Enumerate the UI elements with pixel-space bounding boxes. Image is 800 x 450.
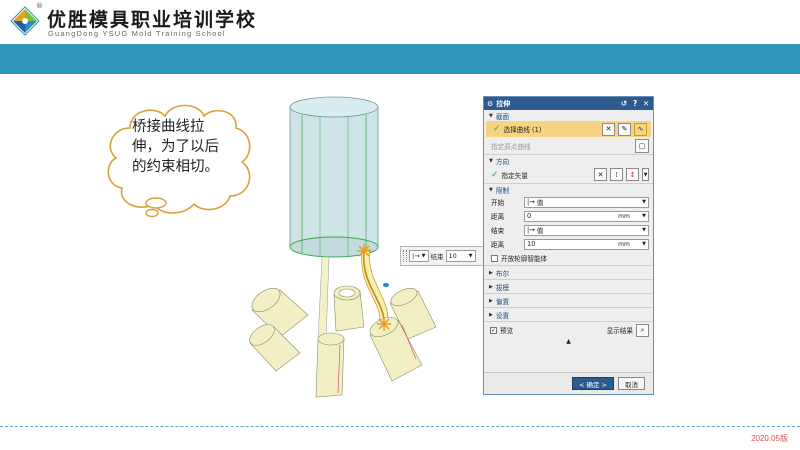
direction-handle-icon bbox=[383, 283, 389, 287]
school-logo-icon bbox=[10, 6, 40, 36]
select-curve-label: 选择曲线 (1) bbox=[503, 126, 542, 134]
collapsed-triangle-icon: ▶ bbox=[489, 297, 493, 304]
inline-end-label: 结束 bbox=[430, 253, 444, 261]
start-type-select[interactable]: |→ 值 ▼ bbox=[524, 196, 649, 208]
collapsed-triangle-icon: ▶ bbox=[489, 311, 493, 318]
help-button[interactable]: ? bbox=[631, 99, 639, 108]
bridge-endpoint-marker-top bbox=[357, 244, 371, 258]
gear-icon: ⚙ bbox=[487, 99, 494, 108]
chevron-down-icon: ▼ bbox=[468, 253, 473, 259]
end-value-icon: |→ bbox=[527, 226, 535, 234]
chevron-down-icon: ▼ bbox=[642, 227, 646, 233]
draft-group-header[interactable]: ▶ 拔模 bbox=[484, 280, 653, 294]
brand-name-en: GuangDong YSUG Mold Training School bbox=[48, 29, 226, 38]
offset-group-header[interactable]: ▶ 偏置 bbox=[484, 294, 653, 308]
check-icon: ✓ bbox=[491, 169, 499, 180]
vector-dialog-icon[interactable]: ⁞ bbox=[610, 168, 623, 181]
dialog-title: 拉伸 bbox=[496, 99, 511, 108]
inline-end-type-select[interactable]: |→ ▼ bbox=[409, 250, 429, 262]
vector-type-icon[interactable]: ↕ bbox=[626, 168, 639, 181]
main-cylinder bbox=[289, 96, 379, 258]
check-icon: ✓ bbox=[493, 124, 501, 134]
show-result-label: 显示结果 bbox=[606, 327, 633, 335]
end-row: 结束 |→ 值 ▼ bbox=[484, 223, 653, 237]
section-header[interactable]: ▼ 截面 bbox=[484, 110, 653, 121]
header-band bbox=[0, 44, 800, 74]
footer-divider bbox=[0, 426, 800, 427]
brand-name-cn: 优胜模具职业培训学校 bbox=[47, 9, 258, 31]
chevron-down-icon[interactable]: ▼ bbox=[642, 168, 649, 181]
cancel-button[interactable]: 取消 bbox=[618, 377, 645, 390]
sketch-origin-row: 指定原点曲线 ▢ bbox=[484, 137, 653, 154]
popup-grip-icon[interactable] bbox=[403, 250, 407, 262]
expanded-triangle-icon: ▼ bbox=[489, 157, 493, 164]
registered-mark: ® bbox=[36, 2, 43, 10]
dialog-footer: < 确定 > 取消 bbox=[484, 372, 653, 394]
direction-group: ▼ 方向 ✓ 指定矢量 ✕ ⁞ ↕ ▼ bbox=[484, 155, 653, 184]
chevron-down-icon: ▼ bbox=[642, 241, 646, 247]
more-options-expander[interactable]: ▲ bbox=[484, 338, 653, 346]
sketch-section-icon[interactable]: ✎ bbox=[618, 122, 631, 136]
chevron-down-icon: ▼ bbox=[642, 199, 646, 205]
inline-end-value-popup: |→ ▼ 结束 10 ▼ bbox=[400, 246, 488, 266]
vector-row[interactable]: ✓ 指定矢量 ✕ ⁞ ↕ ▼ bbox=[484, 166, 653, 183]
start-row: 开始 |→ 值 ▼ bbox=[484, 195, 653, 209]
collapsed-triangle-icon: ▶ bbox=[489, 269, 493, 276]
start-distance-input[interactable]: 0 mm ▼ bbox=[524, 210, 649, 222]
close-button[interactable]: ✕ bbox=[642, 99, 650, 108]
expanded-triangle-icon: ▼ bbox=[489, 112, 493, 119]
magnifier-icon[interactable]: ⌕ bbox=[636, 323, 649, 337]
collapsed-triangle-icon: ▶ bbox=[489, 283, 493, 290]
deselect-icon[interactable]: ✕ bbox=[602, 122, 615, 136]
end-distance-row: 距离 10 mm ▼ bbox=[484, 237, 653, 251]
limits-group: ▼ 限制 开始 |→ 值 ▼ 距离 0 mm ▼ 结束 |→ 值 ▼ 距离 10… bbox=[484, 184, 653, 266]
end-distance-input[interactable]: 10 mm ▼ bbox=[524, 238, 649, 250]
vector-label: 指定矢量 bbox=[501, 171, 528, 180]
open-profile-row[interactable]: 开放轮廓智能体 bbox=[484, 251, 653, 265]
limits-header[interactable]: ▼ 限制 bbox=[484, 184, 653, 195]
extrude-dialog: ⚙ 拉伸 ↺ ? ✕ ▼ 截面 ✓ 选择曲线 (1) ✕ ✎ ∿ 指定原点曲线 … bbox=[483, 96, 654, 395]
section-group: ▼ 截面 ✓ 选择曲线 (1) ✕ ✎ ∿ 指定原点曲线 ▢ bbox=[484, 110, 653, 155]
bridge-endpoint-marker-bottom bbox=[377, 317, 391, 331]
sketch-origin-hint: 指定原点曲线 bbox=[491, 142, 531, 151]
select-curve-row[interactable]: ✓ 选择曲线 (1) ✕ ✎ ∿ bbox=[486, 121, 651, 137]
document-icon[interactable]: ▢ bbox=[635, 138, 649, 153]
callout-text: 桥接曲线拉伸，为了以后的约束相切。 bbox=[132, 119, 219, 175]
open-profile-checkbox[interactable] bbox=[491, 254, 498, 262]
curve-icon[interactable]: ∿ bbox=[634, 122, 647, 136]
version-label: 2020.05版 bbox=[751, 434, 788, 443]
dialog-titlebar[interactable]: ⚙ 拉伸 ↺ ? ✕ bbox=[484, 97, 653, 110]
expanded-triangle-icon: ▼ bbox=[489, 186, 493, 193]
settings-group-header[interactable]: ▶ 设置 bbox=[484, 308, 653, 322]
end-type-select[interactable]: |→ 值 ▼ bbox=[524, 224, 649, 236]
start-value-icon: |→ bbox=[527, 198, 535, 206]
boolean-group-header[interactable]: ▶ 布尔 bbox=[484, 266, 653, 280]
reverse-direction-icon[interactable]: ✕ bbox=[594, 168, 607, 181]
ok-button[interactable]: < 确定 > bbox=[571, 377, 614, 390]
reset-button[interactable]: ↺ bbox=[620, 99, 628, 108]
start-distance-row: 距离 0 mm ▼ bbox=[484, 209, 653, 223]
chevron-down-icon: ▼ bbox=[421, 253, 426, 259]
preview-row: ✓ 预览 显示结果 ⌕ bbox=[484, 322, 653, 338]
inline-end-value-select[interactable]: 10 ▼ bbox=[445, 250, 476, 262]
direction-header[interactable]: ▼ 方向 bbox=[484, 155, 653, 166]
chevron-down-icon: ▼ bbox=[642, 213, 646, 219]
preview-checkbox[interactable]: ✓ bbox=[490, 326, 497, 334]
